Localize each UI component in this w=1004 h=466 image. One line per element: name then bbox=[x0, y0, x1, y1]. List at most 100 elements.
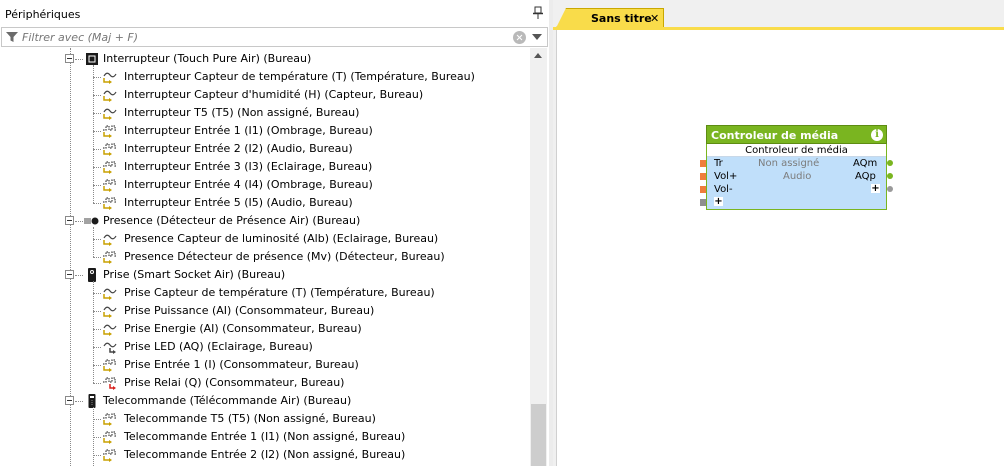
tab-title: Sans titre bbox=[591, 12, 652, 25]
output-pin-aqp[interactable] bbox=[887, 173, 893, 179]
input-pin-tr[interactable] bbox=[700, 160, 706, 167]
tree-channel-label: Interrupteur Entrée 5 (I5) (Audio, Burea… bbox=[124, 196, 353, 209]
remote-control-icon bbox=[88, 394, 96, 408]
input-pin-vol-plus[interactable] bbox=[700, 173, 706, 180]
peripherals-panel: Périphériques Interrupteur (Touch Pure A… bbox=[0, 0, 549, 466]
digital-input-icon bbox=[103, 161, 117, 174]
tree-group-row[interactable]: Telecommande (Télécommande Air) (Bureau) bbox=[0, 392, 530, 410]
tree-group-row[interactable]: Presence (Détecteur de Présence Air) (Bu… bbox=[0, 212, 530, 230]
tab-sans-titre[interactable]: Sans titre ✕ bbox=[556, 8, 664, 28]
filter-dropdown-icon[interactable] bbox=[532, 34, 542, 40]
digital-input-icon bbox=[103, 359, 117, 372]
tree-connector bbox=[75, 59, 83, 60]
tree-channel-label: Interrupteur T5 (T5) (Non assigné, Burea… bbox=[124, 106, 360, 119]
pin-icon[interactable] bbox=[532, 6, 544, 20]
tree-connector bbox=[93, 455, 101, 456]
scroll-up-icon[interactable] bbox=[534, 53, 542, 58]
digital-input-icon bbox=[103, 179, 117, 192]
analog-input-icon bbox=[103, 306, 117, 318]
tree-channel-row[interactable]: Interrupteur Entrée 5 (I5) (Audio, Burea… bbox=[0, 194, 530, 212]
tree-channel-row[interactable]: Telecommande Entrée 1 (I1) (Non assigné,… bbox=[0, 428, 530, 446]
tree-channel-row[interactable]: Prise Puissance (AI) (Consommateur, Bure… bbox=[0, 302, 530, 320]
tree-channel-label: Prise Entrée 1 (I) (Consommateur, Bureau… bbox=[124, 358, 359, 371]
tree-channel-label: Interrupteur Entrée 3 (I3) (Eclairage, B… bbox=[124, 160, 373, 173]
tree-connector bbox=[93, 149, 101, 150]
tree-channel-row[interactable]: Prise LED (AQ) (Eclairage, Bureau) bbox=[0, 338, 530, 356]
tree-channel-row[interactable]: Prise Energie (AI) (Consommateur, Bureau… bbox=[0, 320, 530, 338]
tree-channel-label: Presence Détecteur de présence (Mv) (Dét… bbox=[124, 250, 445, 263]
output-label-aqp: AQp bbox=[855, 171, 876, 182]
tree-channel-row[interactable]: Prise Entrée 1 (I) (Consommateur, Bureau… bbox=[0, 356, 530, 374]
tree-channel-row[interactable]: Interrupteur Entrée 2 (I2) (Audio, Burea… bbox=[0, 140, 530, 158]
analog-input-icon bbox=[103, 234, 117, 246]
tree-connector bbox=[93, 65, 94, 203]
tree-channel-row[interactable]: Interrupteur T5 (T5) (Non assigné, Burea… bbox=[0, 104, 530, 122]
tree-connector bbox=[93, 239, 101, 240]
tree-connector bbox=[93, 167, 101, 168]
block-header[interactable]: Controleur de média i bbox=[706, 125, 887, 144]
input-pin-vol-minus[interactable] bbox=[700, 186, 706, 193]
presence-sensor-icon bbox=[84, 217, 99, 225]
tree-channel-label: Telecommande T5 (T5) (Non assigné, Burea… bbox=[124, 412, 376, 425]
tree-group-label: Telecommande (Télécommande Air) (Bureau) bbox=[103, 394, 352, 407]
tree-channel-label: Interrupteur Entrée 4 (I4) (Ombrage, Bur… bbox=[124, 178, 373, 191]
tree-channel-label: Prise Relai (Q) (Consommateur, Bureau) bbox=[124, 376, 345, 389]
tree-channel-row[interactable]: Interrupteur Entrée 4 (I4) (Ombrage, Bur… bbox=[0, 176, 530, 194]
output-pin-aqm[interactable] bbox=[887, 160, 893, 166]
filter-input[interactable] bbox=[22, 29, 502, 45]
tree-channel-row[interactable]: Telecommande Entrée 2 (I2) (Non assigné,… bbox=[0, 446, 530, 464]
media-controller-block[interactable]: Controleur de média i Controleur de médi… bbox=[700, 125, 893, 210]
clear-icon[interactable] bbox=[513, 31, 526, 44]
tree-connector bbox=[93, 365, 101, 366]
tree-channel-row[interactable]: Prise Capteur de température (T) (Tempér… bbox=[0, 284, 530, 302]
scrollbar-thumb[interactable] bbox=[531, 404, 546, 466]
tree-connector bbox=[93, 407, 94, 466]
tree-connector bbox=[93, 329, 101, 330]
add-input-icon[interactable]: + bbox=[714, 197, 723, 207]
tree-channel-row[interactable]: Presence Capteur de luminosité (Alb) (Ec… bbox=[0, 230, 530, 248]
info-icon[interactable]: i bbox=[871, 129, 883, 141]
tree-connector bbox=[93, 257, 101, 258]
input-pin-add[interactable] bbox=[700, 199, 706, 206]
filter-icon bbox=[6, 32, 18, 42]
program-canvas[interactable] bbox=[556, 30, 1004, 466]
collapse-toggle[interactable] bbox=[65, 270, 74, 279]
tree-connector bbox=[93, 77, 101, 78]
tree-group-row[interactable]: Prise (Smart Socket Air) (Bureau) bbox=[0, 266, 530, 284]
digital-input-icon bbox=[103, 413, 117, 426]
tree-group-label: Presence (Détecteur de Présence Air) (Bu… bbox=[103, 214, 361, 227]
close-icon[interactable]: ✕ bbox=[650, 12, 659, 25]
tree-channel-row[interactable]: Presence Détecteur de présence (Mv) (Dét… bbox=[0, 248, 530, 266]
editor-area: Sans titre ✕ bbox=[553, 0, 1004, 466]
tree-connector bbox=[93, 131, 101, 132]
tree-group-row[interactable]: Interrupteur (Touch Pure Air) (Bureau) bbox=[0, 50, 530, 68]
tree-connector bbox=[75, 221, 83, 222]
collapse-toggle[interactable] bbox=[65, 54, 74, 63]
tree-channel-label: Interrupteur Entrée 2 (I2) (Audio, Burea… bbox=[124, 142, 353, 155]
tree-channel-row[interactable]: Interrupteur Entrée 1 (I1) (Ombrage, Bur… bbox=[0, 122, 530, 140]
add-output-icon[interactable]: + bbox=[871, 184, 880, 194]
tree-group-label: Prise (Smart Socket Air) (Bureau) bbox=[103, 268, 286, 281]
digital-output-icon bbox=[103, 377, 117, 390]
block-body[interactable]: Controleur de média Tr Vol+ Vol- Non ass… bbox=[706, 144, 887, 210]
tree-scrollbar[interactable] bbox=[530, 48, 547, 466]
block-subtitle: Controleur de média bbox=[707, 144, 886, 157]
output-pin-add[interactable] bbox=[887, 186, 893, 192]
tree-channel-row[interactable]: Interrupteur Entrée 3 (I3) (Eclairage, B… bbox=[0, 158, 530, 176]
input-label-vol-minus: Vol- bbox=[714, 184, 733, 195]
tree-channel-row[interactable]: Telecommande T5 (T5) (Non assigné, Burea… bbox=[0, 410, 530, 428]
tree-channel-label: Prise Energie (AI) (Consommateur, Bureau… bbox=[124, 322, 362, 335]
tree-channel-row[interactable]: Interrupteur Capteur de température (T) … bbox=[0, 68, 530, 86]
tree-channel-row[interactable]: Prise Relai (Q) (Consommateur, Bureau) bbox=[0, 374, 530, 392]
tree-connector bbox=[93, 383, 101, 384]
collapse-toggle[interactable] bbox=[65, 216, 74, 225]
tree-channel-row[interactable]: Interrupteur Capteur d'humidité (H) (Cap… bbox=[0, 86, 530, 104]
output-label-aqm: AQm bbox=[853, 158, 878, 169]
tree-channel-label: Prise Puissance (AI) (Consommateur, Bure… bbox=[124, 304, 375, 317]
block-category: Audio bbox=[783, 171, 812, 182]
block-title: Controleur de média bbox=[711, 129, 839, 142]
digital-input-icon bbox=[103, 449, 117, 462]
tree-connector bbox=[93, 113, 101, 114]
analog-input-icon bbox=[103, 72, 117, 84]
collapse-toggle[interactable] bbox=[65, 396, 74, 405]
